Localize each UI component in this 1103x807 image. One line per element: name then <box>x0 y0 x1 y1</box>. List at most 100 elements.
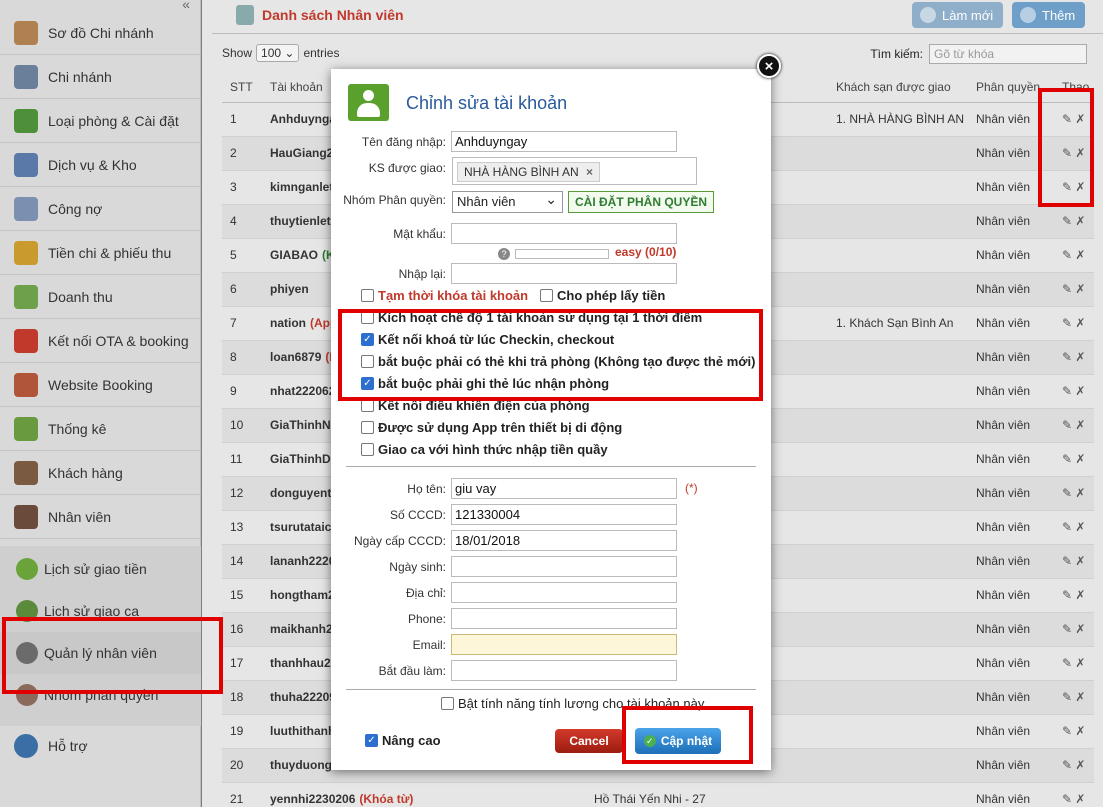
sidebar-item-help[interactable]: Hỗ trợ <box>0 724 201 768</box>
delete-icon[interactable]: ✗ <box>1075 384 1085 398</box>
checkbox-box[interactable] <box>361 443 374 456</box>
column-header-stt[interactable]: STT <box>222 72 262 103</box>
delete-icon[interactable]: ✗ <box>1075 792 1085 806</box>
start-date-field[interactable] <box>451 660 677 681</box>
option-checkbox-2[interactable]: Kích hoạt chế độ 1 tài khoản sử dụng tại… <box>361 310 702 325</box>
checkbox-box[interactable] <box>361 421 374 434</box>
delete-icon[interactable]: ✗ <box>1075 690 1085 704</box>
repeat-password-field[interactable] <box>451 263 677 284</box>
checkbox-box[interactable]: ✓ <box>361 333 374 346</box>
delete-icon[interactable]: ✗ <box>1075 180 1085 194</box>
checkbox-box[interactable]: ✓ <box>361 377 374 390</box>
checkbox-box[interactable] <box>361 399 374 412</box>
remove-tag-icon[interactable]: × <box>586 165 593 179</box>
edit-icon[interactable]: ✎ <box>1062 248 1072 262</box>
update-button[interactable]: ✓ Cập nhật <box>635 728 721 754</box>
option-checkbox-1[interactable]: Cho phép lấy tiền <box>540 288 665 303</box>
password-field[interactable] <box>451 223 677 244</box>
delete-icon[interactable]: ✗ <box>1075 588 1085 602</box>
sidebar-item-1[interactable]: Chi nhánh <box>0 55 201 99</box>
edit-icon[interactable]: ✎ <box>1062 554 1072 568</box>
edit-icon[interactable]: ✎ <box>1062 214 1072 228</box>
edit-icon[interactable]: ✎ <box>1062 316 1072 330</box>
delete-icon[interactable]: ✗ <box>1075 316 1085 330</box>
sidebar-item-11[interactable]: Nhân viên <box>0 495 201 539</box>
advanced-checkbox[interactable]: ✓ Nâng cao <box>365 733 441 748</box>
refresh-button[interactable]: Làm mới <box>912 2 1004 28</box>
delete-icon[interactable]: ✗ <box>1075 520 1085 534</box>
username-field[interactable]: Anhduyngay <box>451 131 677 152</box>
option-checkbox-5[interactable]: ✓ bắt buộc phải ghi thẻ lúc nhận phòng <box>361 376 609 391</box>
table-row[interactable]: 21 yennhi2230206 (Khóa từ) Hồ Thái Yến Nhi … <box>222 782 1094 807</box>
checkbox-box[interactable] <box>441 697 454 710</box>
checkbox-box[interactable] <box>540 289 553 302</box>
sidebar-item-5[interactable]: Tiền chi & phiếu thu <box>0 231 201 275</box>
option-checkbox-8[interactable]: Giao ca với hình thức nhập tiền quầy <box>361 442 608 457</box>
sidebar-item-8[interactable]: Website Booking <box>0 363 201 407</box>
column-header-actions[interactable]: Thao <box>1054 72 1094 103</box>
close-dialog-icon[interactable]: × <box>757 54 781 78</box>
edit-icon[interactable]: ✎ <box>1062 418 1072 432</box>
delete-icon[interactable]: ✗ <box>1075 724 1085 738</box>
edit-icon[interactable]: ✎ <box>1062 520 1072 534</box>
edit-icon[interactable]: ✎ <box>1062 486 1072 500</box>
delete-icon[interactable]: ✗ <box>1075 350 1085 364</box>
delete-icon[interactable]: ✗ <box>1075 758 1085 772</box>
delete-icon[interactable]: ✗ <box>1075 452 1085 466</box>
search-input[interactable]: Gõ từ khóa <box>929 44 1087 64</box>
sidebar-item-4[interactable]: Công nợ <box>0 187 201 231</box>
sidebar-item-7[interactable]: Kết nối OTA & booking <box>0 319 201 363</box>
edit-icon[interactable]: ✎ <box>1062 588 1072 602</box>
sidebar-item-9[interactable]: Thống kê <box>0 407 201 451</box>
delete-icon[interactable]: ✗ <box>1075 146 1085 160</box>
edit-icon[interactable]: ✎ <box>1062 622 1072 636</box>
checkbox-box[interactable] <box>361 289 374 302</box>
delete-icon[interactable]: ✗ <box>1075 656 1085 670</box>
delete-icon[interactable]: ✗ <box>1075 486 1085 500</box>
sidebar-subitem-1[interactable]: Lịch sử giao ca <box>0 590 201 632</box>
sidebar-subitem-3[interactable]: Nhóm phân quyền <box>0 674 201 716</box>
option-checkbox-3[interactable]: ✓ Kết nối khoá từ lúc Checkin, checkout <box>361 332 614 347</box>
checkbox-box[interactable] <box>361 355 374 368</box>
delete-icon[interactable]: ✗ <box>1075 282 1085 296</box>
id-date-field[interactable]: 18/01/2018 <box>451 530 677 551</box>
column-header-hotel[interactable]: Khách sạn được giao <box>828 72 968 103</box>
sidebar-item-3[interactable]: Dịch vụ & Kho <box>0 143 201 187</box>
edit-icon[interactable]: ✎ <box>1062 758 1072 772</box>
add-button[interactable]: Thêm <box>1012 2 1086 28</box>
delete-icon[interactable]: ✗ <box>1075 214 1085 228</box>
edit-icon[interactable]: ✎ <box>1062 180 1072 194</box>
delete-icon[interactable]: ✗ <box>1075 554 1085 568</box>
option-checkbox-0[interactable]: Tạm thời khóa tài khoản <box>361 288 528 303</box>
column-header-role[interactable]: Phân quyền <box>968 72 1054 103</box>
group-select[interactable]: Nhân viên <box>452 189 563 213</box>
permission-settings-button[interactable]: CÀI ĐẶT PHÂN QUYỀN <box>568 191 715 213</box>
sidebar-item-0[interactable]: Sơ đồ Chi nhánh <box>0 11 201 55</box>
sidebar-item-10[interactable]: Khách hàng <box>0 451 201 495</box>
cancel-button[interactable]: Cancel <box>555 729 623 753</box>
salary-checkbox[interactable]: Bật tính năng tính lương cho tài khoản n… <box>441 696 704 711</box>
edit-icon[interactable]: ✎ <box>1062 656 1072 670</box>
password-help-icon[interactable]: ? <box>498 248 510 260</box>
fullname-field[interactable]: giu vay <box>451 478 677 499</box>
sidebar-subitem-0[interactable]: Lịch sử giao tiền <box>0 548 201 590</box>
address-field[interactable] <box>451 582 677 603</box>
checkbox-box[interactable]: ✓ <box>365 734 378 747</box>
edit-icon[interactable]: ✎ <box>1062 690 1072 704</box>
email-field[interactable] <box>451 634 677 655</box>
delete-icon[interactable]: ✗ <box>1075 418 1085 432</box>
edit-icon[interactable]: ✎ <box>1062 282 1072 296</box>
sidebar-subitem-2[interactable]: Quản lý nhân viên <box>0 632 201 674</box>
option-checkbox-7[interactable]: Được sử dụng App trên thiết bị di động <box>361 420 622 435</box>
edit-icon[interactable]: ✎ <box>1062 112 1072 126</box>
edit-icon[interactable]: ✎ <box>1062 350 1072 364</box>
edit-icon[interactable]: ✎ <box>1062 724 1072 738</box>
hotel-multiselect[interactable]: NHÀ HÀNG BÌNH AN × <box>452 157 697 185</box>
option-checkbox-4[interactable]: bắt buộc phải có thẻ khi trả phòng (Khôn… <box>361 354 755 369</box>
dob-field[interactable] <box>451 556 677 577</box>
edit-icon[interactable]: ✎ <box>1062 792 1072 806</box>
edit-icon[interactable]: ✎ <box>1062 452 1072 466</box>
delete-icon[interactable]: ✗ <box>1075 248 1085 262</box>
phone-field[interactable] <box>451 608 677 629</box>
edit-icon[interactable]: ✎ <box>1062 384 1072 398</box>
